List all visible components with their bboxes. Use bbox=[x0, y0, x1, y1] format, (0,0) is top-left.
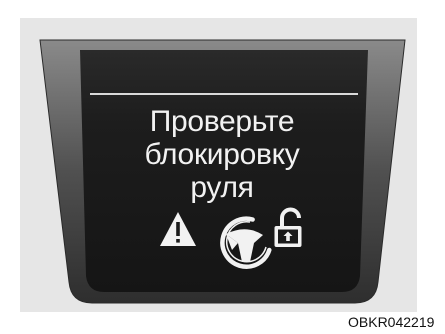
figure-code-caption: OBKR042219 bbox=[348, 314, 435, 330]
message-line-1: Проверьте bbox=[149, 105, 295, 138]
message-line-3: руля bbox=[190, 171, 254, 204]
message-line-2: блокировку bbox=[144, 138, 300, 171]
